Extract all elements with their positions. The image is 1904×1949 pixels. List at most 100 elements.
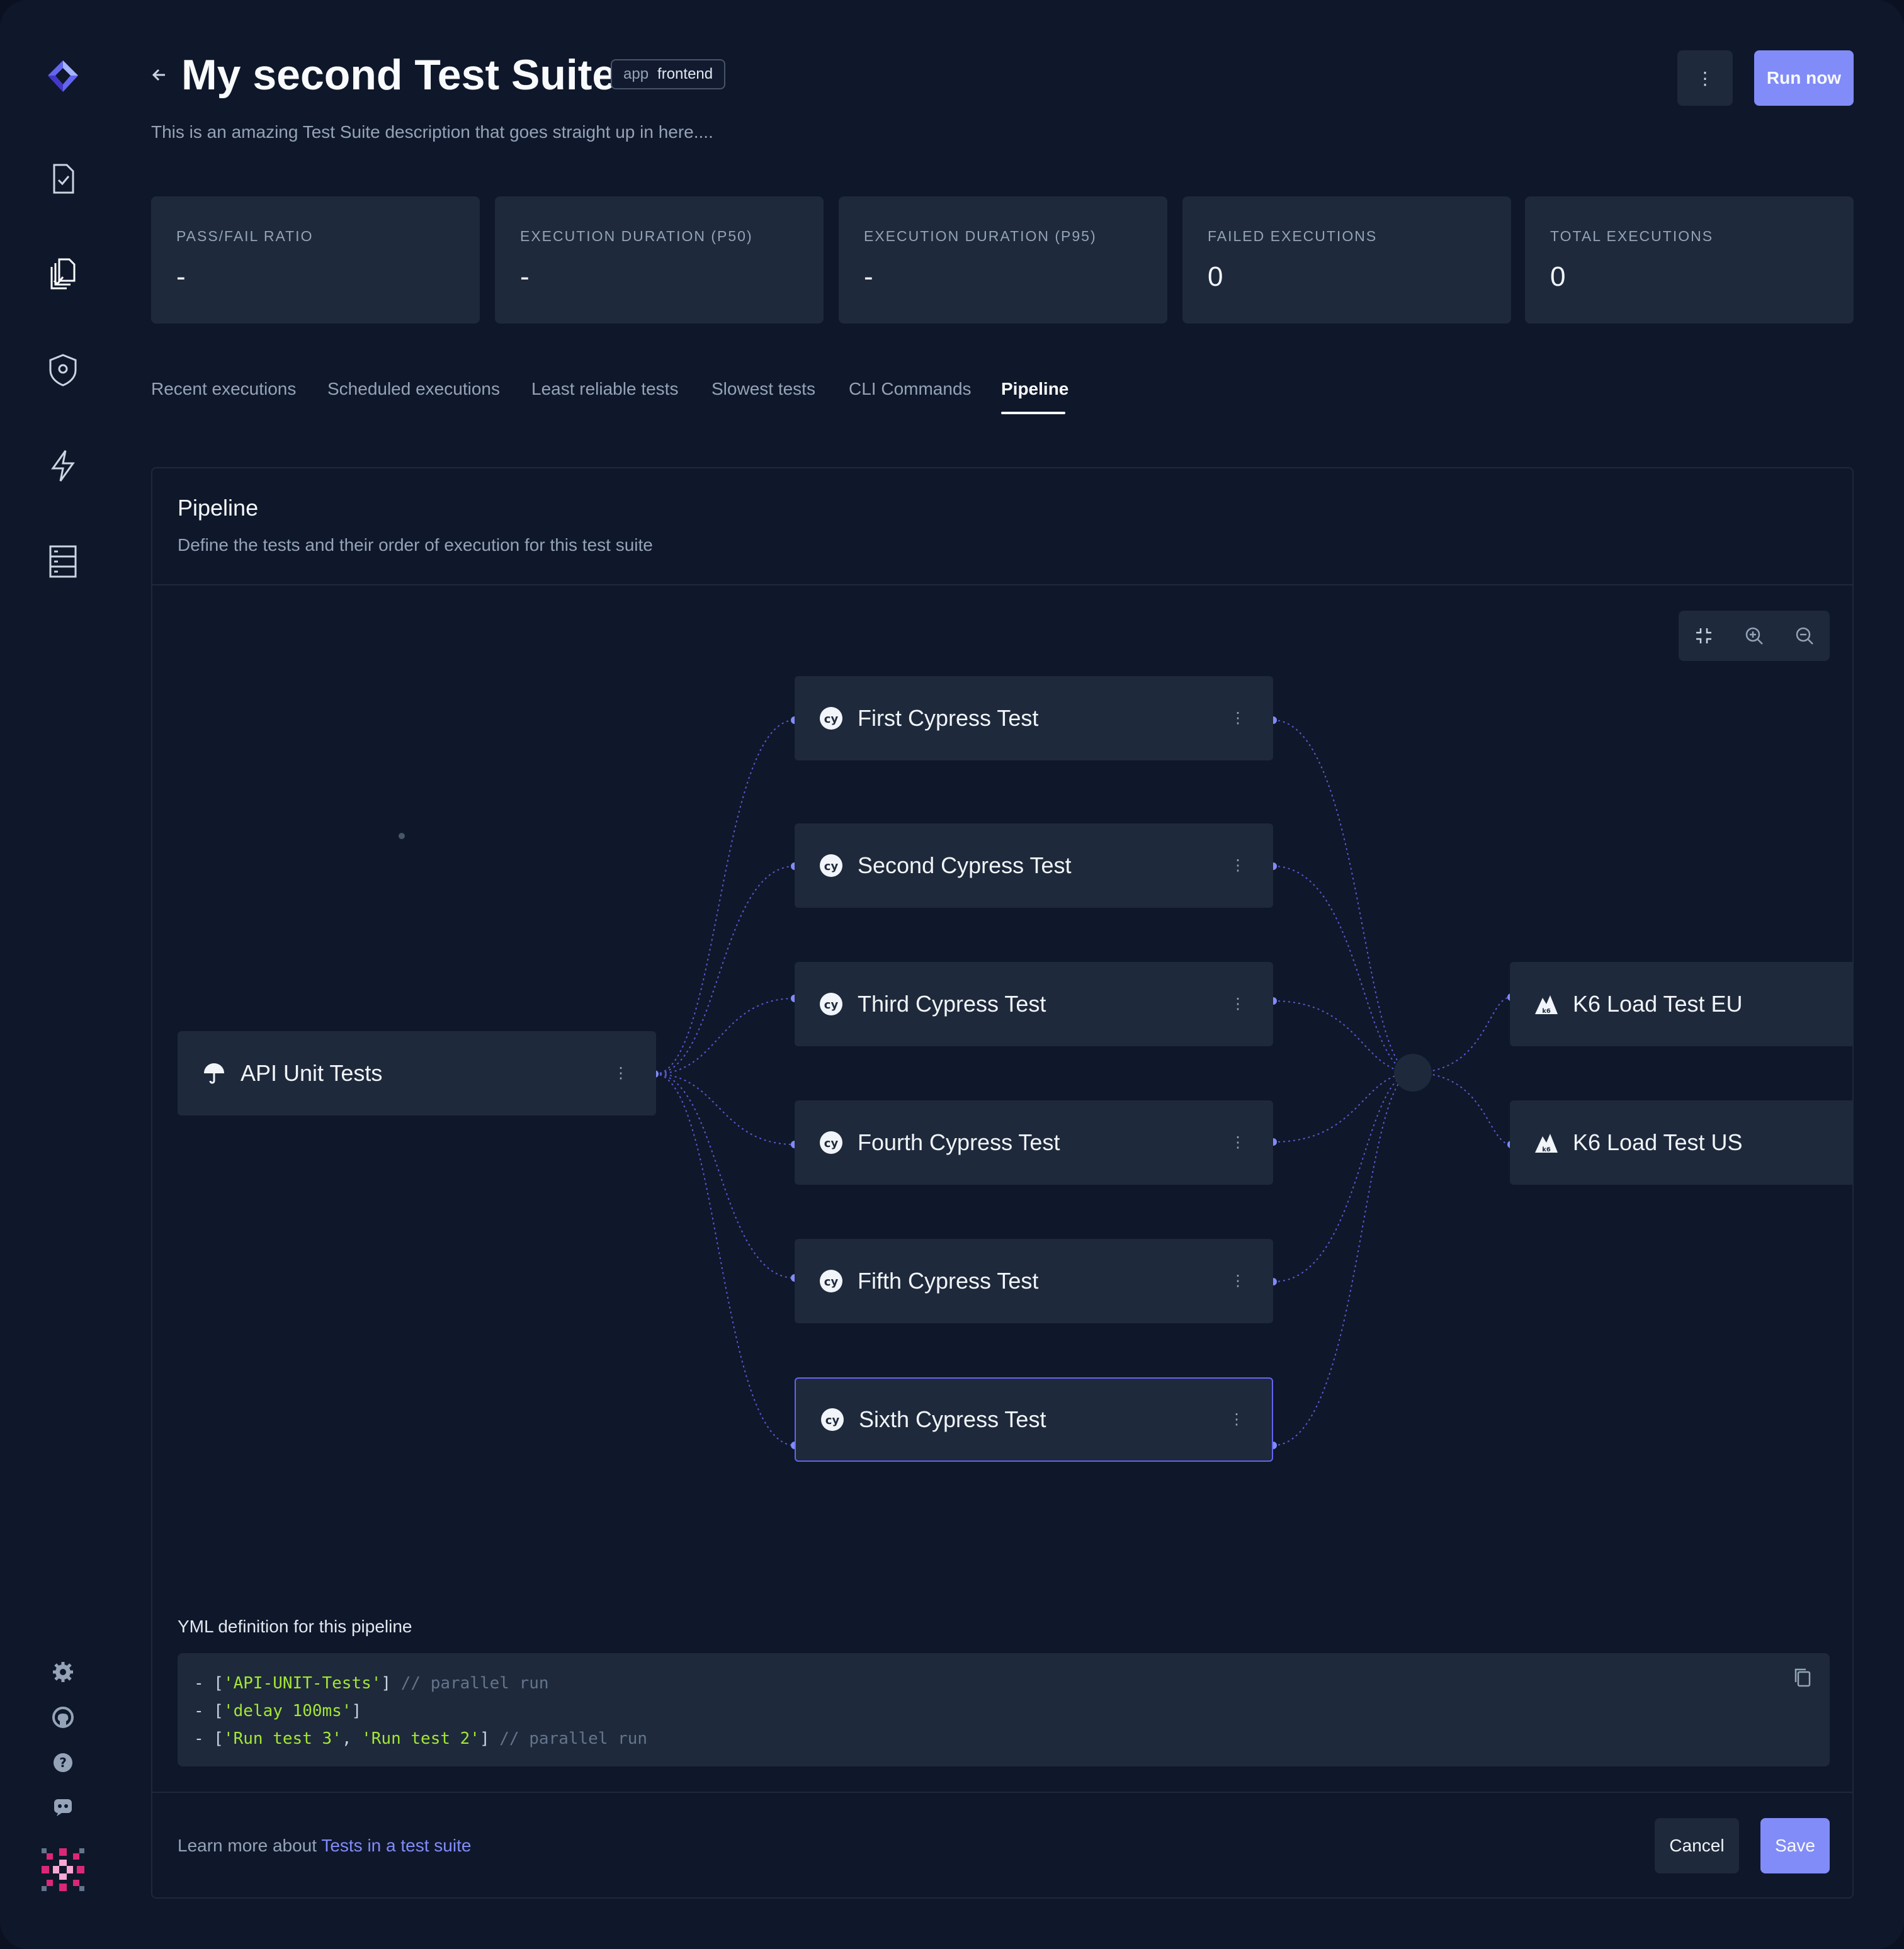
node-menu-button[interactable]: ⋮ [613, 1065, 628, 1083]
cancel-button[interactable]: Cancel [1655, 1818, 1739, 1873]
learn-more-link[interactable]: Tests in a test suite [321, 1836, 471, 1855]
node-label: K6 Load Test EU [1573, 991, 1743, 1017]
node-fifth-cypress-test[interactable]: cy Fifth Cypress Test ⋮ [795, 1239, 1273, 1323]
executors-icon[interactable] [38, 345, 88, 395]
stat-card-pass-fail: PASS/FAIL RATIO - [151, 196, 480, 324]
yml-line-1: - ['API-UNIT-Tests'] // parallel run [194, 1674, 549, 1693]
cypress-icon: cy [819, 991, 844, 1017]
zoom-in-icon [1745, 627, 1763, 645]
edge-api-c5 [654, 1073, 795, 1279]
node-sixth-cypress-test[interactable]: cy Sixth Cypress Test ⋮ [795, 1377, 1273, 1462]
tab-scheduled-executions[interactable]: Scheduled executions [327, 379, 500, 399]
back-arrow-icon[interactable] [149, 64, 170, 86]
help-icon[interactable]: ? [38, 1737, 88, 1788]
edge-api-c4 [654, 1073, 795, 1145]
cypress-icon: cy [819, 853, 844, 878]
umbrella-icon [201, 1061, 227, 1086]
tab-recent-executions[interactable]: Recent executions [151, 379, 296, 399]
cypress-icon: cy [819, 1268, 844, 1294]
pipeline-panel: Pipeline Define the tests and their orde… [151, 467, 1854, 1899]
svg-text:k6: k6 [1542, 1146, 1551, 1153]
sources-icon[interactable] [38, 536, 88, 587]
stat-value: 0 [1208, 261, 1223, 292]
tab-least-reliable-tests[interactable]: Least reliable tests [531, 379, 678, 399]
node-k6-load-test-eu[interactable]: k6 K6 Load Test EU [1510, 962, 1854, 1046]
node-k6-load-test-us[interactable]: k6 K6 Load Test US [1510, 1100, 1854, 1185]
svg-text:cy: cy [824, 713, 839, 726]
cypress-icon: cy [819, 706, 844, 731]
stat-card-duration-p50: EXECUTION DURATION (P50) - [495, 196, 824, 324]
edge-join-k6us [1412, 1072, 1512, 1145]
yml-code-block[interactable]: - ['API-UNIT-Tests'] // parallel run - [… [178, 1653, 1830, 1766]
svg-text:k6: k6 [1542, 1008, 1551, 1015]
user-avatar-icon[interactable] [38, 1844, 88, 1895]
stat-value: - [520, 261, 530, 292]
pipeline-subtitle: Define the tests and their order of exec… [178, 535, 653, 555]
yml-line-2: - ['delay 100ms'] [194, 1702, 362, 1720]
yml-label: YML definition for this pipeline [178, 1617, 412, 1636]
stat-label: EXECUTION DURATION (P95) [864, 228, 1097, 244]
node-api-unit-tests[interactable]: API Unit Tests ⋮ [178, 1031, 656, 1116]
zoom-in-button[interactable] [1729, 611, 1779, 661]
node-menu-button[interactable]: ⋮ [1230, 995, 1245, 1014]
yml-line-3: - ['Run test 3', 'Run test 2'] // parall… [194, 1729, 648, 1748]
page-description: This is an amazing Test Suite descriptio… [151, 122, 713, 142]
more-actions-button[interactable]: ⋮ [1677, 50, 1733, 106]
svg-text:cy: cy [825, 1414, 840, 1427]
stat-value: 0 [1550, 261, 1566, 292]
zoom-out-icon [1796, 627, 1813, 645]
test-suites-icon[interactable] [38, 249, 88, 300]
svg-text:?: ? [59, 1755, 67, 1770]
logo-icon[interactable] [38, 52, 88, 102]
triggers-icon[interactable] [38, 441, 88, 491]
node-third-cypress-test[interactable]: cy Third Cypress Test ⋮ [795, 962, 1273, 1046]
edge-c4-join [1272, 1072, 1414, 1143]
stat-label: EXECUTION DURATION (P50) [520, 228, 753, 244]
page-title: My second Test Suite [181, 51, 616, 99]
divider [152, 1792, 1852, 1793]
cypress-icon: cy [819, 1130, 844, 1155]
node-menu-button[interactable]: ⋮ [1230, 709, 1245, 728]
stat-label: FAILED EXECUTIONS [1208, 228, 1378, 244]
node-first-cypress-test[interactable]: cy First Cypress Test ⋮ [795, 676, 1273, 760]
stat-card-failed-executions: FAILED EXECUTIONS 0 [1182, 196, 1511, 324]
node-menu-button[interactable]: ⋮ [1230, 857, 1245, 875]
stat-label: TOTAL EXECUTIONS [1550, 228, 1714, 244]
k6-icon: k6 [1534, 1130, 1559, 1155]
settings-icon[interactable] [38, 1647, 88, 1697]
divider [152, 584, 1852, 585]
save-button[interactable]: Save [1760, 1818, 1830, 1873]
discord-icon[interactable] [38, 1782, 88, 1832]
stat-value: - [864, 261, 873, 292]
tab-slowest-tests[interactable]: Slowest tests [711, 379, 815, 399]
node-second-cypress-test[interactable]: cy Second Cypress Test ⋮ [795, 823, 1273, 908]
run-now-button[interactable]: Run now [1754, 50, 1854, 106]
join-node [1394, 1054, 1432, 1092]
edge-c6-join [1272, 1072, 1414, 1446]
svg-text:cy: cy [824, 1137, 839, 1150]
node-menu-button[interactable]: ⋮ [1230, 1134, 1245, 1152]
node-fourth-cypress-test[interactable]: cy Fourth Cypress Test ⋮ [795, 1100, 1273, 1185]
shrink-icon [1696, 628, 1711, 643]
node-label: Sixth Cypress Test [859, 1406, 1046, 1432]
edge-c5-join [1272, 1072, 1414, 1282]
node-menu-button[interactable]: ⋮ [1230, 1272, 1245, 1291]
edge-api-c3 [654, 998, 795, 1075]
svg-text:cy: cy [824, 860, 839, 873]
edge-c3-join [1272, 1000, 1414, 1073]
github-icon[interactable] [38, 1692, 88, 1743]
tab-cli-commands[interactable]: CLI Commands [849, 379, 972, 399]
label-key: app [623, 65, 649, 82]
label-chip: app frontend [611, 59, 726, 89]
k6-icon: k6 [1534, 991, 1559, 1017]
node-label: Fifth Cypress Test [858, 1268, 1039, 1294]
node-menu-button[interactable]: ⋮ [1229, 1411, 1244, 1429]
edge-join-k6eu [1412, 997, 1512, 1073]
tests-icon[interactable] [38, 154, 88, 204]
tab-pipeline[interactable]: Pipeline [1001, 379, 1068, 399]
zoom-out-button[interactable] [1779, 611, 1830, 661]
edge-api-c6 [654, 1073, 795, 1446]
edge-c2-join [1272, 866, 1414, 1073]
copy-icon[interactable] [1792, 1667, 1813, 1688]
fit-view-button[interactable] [1679, 611, 1729, 661]
